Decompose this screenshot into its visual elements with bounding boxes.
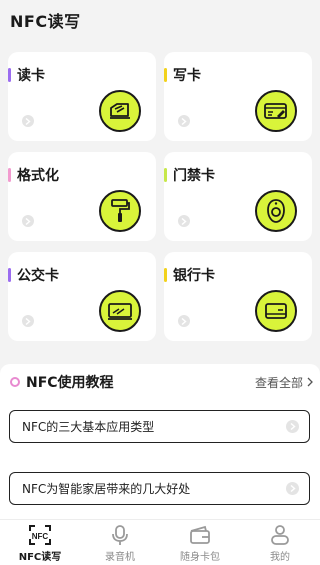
bottom-tab-bar: NFC NFC读写 录音机 随身卡包 我的: [0, 519, 320, 565]
access-tag-icon: [255, 190, 297, 232]
tutorial-item[interactable]: NFC为智能家居带来的几大好处: [9, 472, 310, 505]
card-accent: [8, 268, 11, 282]
card-accent: [164, 268, 167, 282]
profile-icon: [271, 525, 289, 545]
card-accent: [8, 168, 11, 182]
arrow-right-icon: [178, 115, 190, 127]
tab-label: 我的: [270, 552, 290, 563]
tab-label: NFC读写: [18, 552, 62, 563]
transit-card-icon: [99, 290, 141, 332]
card-accent: [164, 168, 167, 182]
card-label: 门禁卡: [173, 168, 215, 184]
chevron-right-icon: [307, 377, 313, 387]
tab-recorder[interactable]: 录音机: [80, 520, 160, 565]
view-all-link[interactable]: 查看全部: [255, 374, 314, 391]
section-dot-icon: [10, 377, 20, 387]
view-all-label: 查看全部: [254, 375, 303, 390]
arrow-right-icon: [22, 315, 34, 327]
card-format[interactable]: 格式化: [8, 152, 156, 241]
svg-text:NFC: NFC: [32, 532, 49, 541]
arrow-right-icon: [286, 420, 299, 433]
card-label: 读卡: [17, 68, 45, 84]
tutorial-header: NFC使用教程 查看全部: [10, 373, 314, 391]
card-accent: [8, 68, 11, 82]
write-card-icon: [255, 90, 297, 132]
card-bank[interactable]: 银行卡: [164, 252, 312, 341]
card-label: 写卡: [173, 68, 201, 84]
card-access[interactable]: 门禁卡: [164, 152, 312, 241]
card-label: 公交卡: [17, 268, 59, 284]
paint-roller-icon: [99, 190, 141, 232]
tab-label: 随身卡包: [180, 552, 220, 563]
microphone-icon: [112, 525, 128, 545]
card-write[interactable]: 写卡: [164, 52, 312, 141]
tab-profile[interactable]: 我的: [240, 520, 320, 565]
tutorial-section: NFC使用教程 查看全部 NFC的三大基本应用类型 NFC为智能家居带来的几大好…: [0, 364, 320, 519]
tutorial-item-title: NFC的三大基本应用类型: [22, 420, 155, 434]
tutorial-item-title: NFC为智能家居带来的几大好处: [22, 482, 191, 496]
nfc-scan-icon: NFC: [29, 525, 51, 545]
tutorial-title: NFC使用教程: [26, 375, 114, 391]
card-read[interactable]: 读卡: [8, 52, 156, 141]
card-grid: 读卡 写卡 格式化 门禁卡 公交卡 银行卡: [8, 52, 312, 341]
card-accent: [164, 68, 167, 82]
app-header: NFC读写: [0, 0, 320, 40]
arrow-right-icon: [286, 482, 299, 495]
arrow-right-icon: [22, 115, 34, 127]
wallet-icon: [190, 525, 210, 544]
page-title: NFC读写: [10, 12, 81, 31]
arrow-right-icon: [178, 215, 190, 227]
card-transit[interactable]: 公交卡: [8, 252, 156, 341]
card-label: 银行卡: [173, 268, 215, 284]
tutorial-item[interactable]: NFC的三大基本应用类型: [9, 410, 310, 443]
tab-label: 录音机: [105, 552, 135, 563]
bank-card-icon: [255, 290, 297, 332]
arrow-right-icon: [22, 215, 34, 227]
tab-nfc[interactable]: NFC NFC读写: [0, 520, 80, 565]
card-label: 格式化: [17, 168, 59, 184]
tab-wallet[interactable]: 随身卡包: [160, 520, 240, 565]
arrow-right-icon: [178, 315, 190, 327]
read-card-icon: [99, 90, 141, 132]
